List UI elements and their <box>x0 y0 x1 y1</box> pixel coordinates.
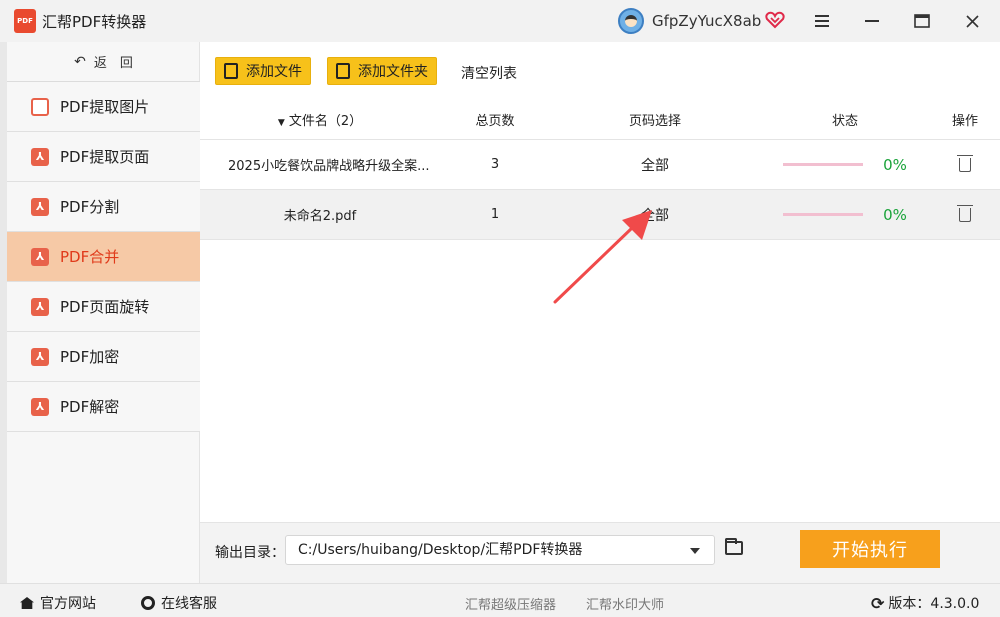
sidebar-edge <box>0 42 7 583</box>
row-pages: 3 <box>490 157 500 172</box>
footer: 官方网站 在线客服 汇帮超级压缩器 汇帮水印大师 ⟳ 版本：4.3.0.0 <box>0 583 1000 617</box>
add-folder-button[interactable]: 添加文件夹 <box>327 57 437 85</box>
watermark-link[interactable]: 汇帮水印大师 <box>586 594 664 613</box>
progress-percent: 0% <box>883 155 907 174</box>
add-file-icon <box>224 63 238 79</box>
table-row[interactable]: 2025小吃餐饮品牌战略升级全案... 3 全部 0% <box>200 140 1000 190</box>
maximize-icon[interactable] <box>908 8 936 34</box>
output-label: 输出目录： <box>215 545 285 561</box>
compressor-link[interactable]: 汇帮超级压缩器 <box>465 594 556 613</box>
home-icon <box>20 597 34 609</box>
file-table: ▼ 文件名（2） 总页数 页码选择 状态 操作 2025小吃餐饮品牌战略升级全案.… <box>200 100 1000 240</box>
sidebar-item-split[interactable]: ⅄ PDF分割 <box>7 182 200 232</box>
add-folder-icon <box>336 63 350 79</box>
nav-list: PDF提取图片 ⅄ PDF提取页面 ⅄ PDF分割 ⅄ PDF合并 ⅄ PDF页… <box>7 82 200 432</box>
header-status: 状态 <box>831 114 858 129</box>
output-bar: 输出目录： C:/Users/huibang/Desktop/汇帮PDF转换器 … <box>200 522 1000 583</box>
pdf-icon: ⅄ <box>31 247 49 266</box>
header-actions: 操作 <box>951 114 978 129</box>
official-website-link[interactable]: 官方网站 <box>20 593 96 613</box>
vip-heart-icon[interactable] <box>765 10 785 30</box>
progress-bar <box>783 163 864 166</box>
pdf-icon: ⅄ <box>31 147 49 166</box>
sort-down-icon: ▼ <box>277 118 285 128</box>
row-actions <box>930 154 1000 172</box>
table-header: ▼ 文件名（2） 总页数 页码选择 状态 操作 <box>200 100 1000 140</box>
close-icon[interactable] <box>958 8 986 34</box>
folder-icon[interactable] <box>725 538 743 555</box>
row-pages: 1 <box>490 207 500 222</box>
sidebar-item-extract-pages[interactable]: ⅄ PDF提取页面 <box>7 132 200 182</box>
add-folder-label: 添加文件夹 <box>358 64 428 80</box>
user-name[interactable]: GfpZyYucX8ab <box>652 12 761 30</box>
sidebar-item-label: PDF分割 <box>60 198 120 216</box>
sidebar-item-merge[interactable]: ⅄ PDF合并 <box>7 232 200 282</box>
output-path-value: C:/Users/huibang/Desktop/汇帮PDF转换器 <box>298 542 583 558</box>
user-avatar-icon[interactable] <box>618 8 644 34</box>
sidebar: ↶ 返 回 PDF提取图片 ⅄ PDF提取页面 ⅄ PDF分割 ⅄ PDF合并 … <box>0 42 200 583</box>
header-filename[interactable]: ▼ 文件名（2） <box>200 110 440 129</box>
start-button[interactable]: 开始执行 <box>800 530 940 568</box>
image-icon <box>31 97 49 116</box>
pdf-icon: ⅄ <box>31 347 49 366</box>
back-button[interactable]: ↶ 返 回 <box>7 42 200 82</box>
app-logo-icon: PDF <box>14 9 36 33</box>
sidebar-item-label: PDF页面旋转 <box>60 298 150 316</box>
row-filename: 2025小吃餐饮品牌战略升级全案... <box>228 159 430 174</box>
trash-icon[interactable] <box>957 154 973 172</box>
minimize-icon[interactable] <box>858 8 886 34</box>
row-status: 0% <box>760 156 930 174</box>
headset-icon <box>141 596 155 610</box>
sidebar-item-encrypt[interactable]: ⅄ PDF加密 <box>7 332 200 382</box>
row-page-range[interactable]: 全部 <box>550 205 760 225</box>
version-info[interactable]: ⟳ 版本：4.3.0.0 <box>871 593 979 613</box>
online-service-link[interactable]: 在线客服 <box>141 593 217 613</box>
row-filename: 未命名2.pdf <box>283 209 357 224</box>
back-arrow-icon: ↶ <box>74 53 86 70</box>
sidebar-item-label: PDF加密 <box>60 348 120 366</box>
row-status: 0% <box>760 206 930 224</box>
table-row[interactable]: 未命名2.pdf 1 全部 0% <box>200 190 1000 240</box>
refresh-icon: ⟳ <box>871 593 885 613</box>
header-pages: 总页数 <box>475 114 515 129</box>
output-path-select[interactable]: C:/Users/huibang/Desktop/汇帮PDF转换器 <box>285 535 715 565</box>
sidebar-item-rotate[interactable]: ⅄ PDF页面旋转 <box>7 282 200 332</box>
pdf-icon: ⅄ <box>31 297 49 316</box>
sidebar-item-label: PDF解密 <box>60 398 120 416</box>
row-actions <box>930 204 1000 222</box>
title-bar: PDF 汇帮PDF转换器 GfpZyYucX8ab <box>0 0 1000 42</box>
back-label: 返 回 <box>93 56 133 71</box>
pdf-icon: ⅄ <box>31 197 49 216</box>
clear-list-button[interactable]: 清空列表 <box>461 63 517 83</box>
progress-percent: 0% <box>883 205 907 224</box>
row-page-range[interactable]: 全部 <box>550 155 760 175</box>
app-title: 汇帮PDF转换器 <box>42 13 147 31</box>
sidebar-item-label: PDF合并 <box>60 248 120 266</box>
sidebar-item-decrypt[interactable]: ⅄ PDF解密 <box>7 382 200 432</box>
chevron-down-icon[interactable] <box>690 548 700 554</box>
trash-icon[interactable] <box>957 204 973 222</box>
toolbar: 添加文件 添加文件夹 清空列表 <box>200 42 1000 100</box>
add-file-button[interactable]: 添加文件 <box>215 57 311 85</box>
add-file-label: 添加文件 <box>246 64 302 80</box>
sidebar-item-extract-images[interactable]: PDF提取图片 <box>7 82 200 132</box>
header-page-range: 页码选择 <box>628 114 681 129</box>
sidebar-item-label: PDF提取图片 <box>60 98 150 116</box>
menu-icon[interactable] <box>808 8 836 34</box>
sidebar-item-label: PDF提取页面 <box>60 148 150 166</box>
progress-bar <box>783 213 864 216</box>
pdf-icon: ⅄ <box>31 397 49 416</box>
